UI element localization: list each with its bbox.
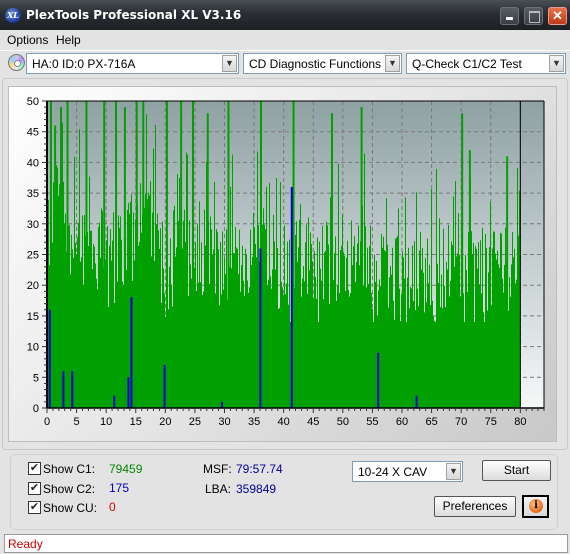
- chevron-down-icon[interactable]: ▼: [446, 463, 461, 480]
- test-select-value: Q-Check C1/C2 Test: [412, 57, 522, 71]
- x-tick-label: 70: [455, 416, 467, 428]
- x-tick-label: 80: [514, 416, 526, 428]
- status-text: Ready: [8, 537, 43, 551]
- menu-help[interactable]: Help: [56, 33, 81, 47]
- app-window: XL PlexTools Professional XL V3.16 ✕ Opt…: [0, 0, 570, 554]
- y-tick-label: 50: [27, 96, 39, 108]
- y-tick-label: 0: [33, 403, 39, 415]
- info-icon: i: [529, 499, 543, 513]
- y-tick-label: 45: [27, 127, 39, 139]
- c1-c2-chart: 0 5 10 15 20 25 30 35 40 45 50 0 5 10 15 20 25 30 35 40 45 50…: [27, 96, 545, 428]
- x-tick-label: 65: [425, 416, 437, 428]
- x-tick-label: 5: [74, 416, 80, 428]
- c2-total-value: 175: [109, 481, 130, 495]
- status-bar: Ready: [4, 534, 568, 553]
- show-c1-checkbox[interactable]: ✔: [28, 462, 41, 475]
- minimize-icon: [506, 17, 513, 20]
- window-title: PlexTools Professional XL V3.16: [26, 8, 242, 22]
- function-select[interactable]: CD Diagnostic Functions ▼: [243, 53, 402, 74]
- y-tick-label: 15: [27, 311, 39, 323]
- x-tick-label: 40: [278, 416, 290, 428]
- c2-bar: [377, 352, 380, 408]
- x-tick-label: 15: [130, 416, 142, 428]
- test-select[interactable]: Q-Check C1/C2 Test ▼: [406, 53, 566, 74]
- title-bar[interactable]: XL PlexTools Professional XL V3.16 ✕: [0, 0, 570, 30]
- y-tick-label: 40: [27, 157, 39, 169]
- show-cu-checkbox[interactable]: ✔: [28, 501, 41, 514]
- x-tick-label: 0: [44, 416, 50, 428]
- c2-bar: [163, 365, 166, 408]
- x-tick-label: 50: [337, 416, 349, 428]
- y-tick-label: 20: [27, 280, 39, 292]
- maximize-icon: [529, 11, 540, 23]
- chart-panel: 0 5 10 15 20 25 30 35 40 45 50 0 5 10 15 20 25 30 35 40 45 50…: [8, 86, 557, 442]
- close-icon: ✕: [552, 8, 563, 23]
- c2-bar: [130, 297, 133, 408]
- x-tick-label: 10: [100, 416, 112, 428]
- c2-bar: [127, 377, 130, 408]
- y-tick-label: 5: [33, 372, 39, 384]
- x-tick-label: 30: [218, 416, 230, 428]
- close-button[interactable]: ✕: [548, 7, 567, 25]
- x-tick-label: 55: [366, 416, 378, 428]
- lba-label: LBA:: [205, 482, 232, 496]
- y-tick-label: 10: [27, 342, 39, 354]
- info-button[interactable]: i: [522, 495, 549, 518]
- app-logo-icon: XL: [5, 8, 21, 23]
- c2-bar: [113, 395, 116, 408]
- lba-value: 359849: [236, 482, 277, 496]
- msf-value: 79:57.74: [236, 462, 283, 476]
- show-c2-label: Show C2:: [43, 482, 96, 496]
- maximize-button[interactable]: [524, 7, 543, 25]
- x-tick-label: 45: [307, 416, 319, 428]
- drive-select-value: HA:0 ID:0 PX-716A: [32, 57, 136, 71]
- c1-base-fill: [47, 322, 521, 408]
- menu-options[interactable]: Options: [7, 33, 48, 47]
- msf-label: MSF:: [203, 462, 232, 476]
- c2-bar: [48, 309, 51, 408]
- show-c2-checkbox[interactable]: ✔: [28, 482, 41, 495]
- cd-disc-icon: [8, 54, 25, 71]
- chevron-down-icon[interactable]: ▼: [222, 55, 237, 72]
- c2-bar: [62, 371, 65, 408]
- y-tick-label: 30: [27, 219, 39, 231]
- c2-bar: [259, 248, 262, 408]
- x-tick-label: 60: [396, 416, 408, 428]
- c2-bar: [415, 395, 418, 408]
- chevron-down-icon[interactable]: ▼: [549, 55, 564, 72]
- x-tick-label: 75: [485, 416, 497, 428]
- c2-bar: [71, 371, 74, 408]
- preferences-button[interactable]: Preferences: [434, 496, 516, 517]
- c1-total-value: 79459: [109, 462, 143, 476]
- show-cu-label: Show CU:: [43, 501, 98, 515]
- start-button[interactable]: Start: [482, 460, 551, 481]
- x-tick-label: 25: [189, 416, 201, 428]
- speed-select[interactable]: 10-24 X CAV ▼: [352, 461, 463, 482]
- show-c1-label: Show C1:: [43, 462, 96, 476]
- chevron-down-icon[interactable]: ▼: [385, 55, 400, 72]
- c2-bar: [290, 186, 293, 408]
- c2-bar: [220, 401, 223, 408]
- drive-select[interactable]: HA:0 ID:0 PX-716A ▼: [26, 53, 239, 74]
- minimize-button[interactable]: [500, 7, 519, 25]
- x-tick-label: 35: [248, 416, 260, 428]
- menu-bar: Options Help: [0, 30, 570, 50]
- x-tick-label: 20: [159, 416, 171, 428]
- y-tick-label: 35: [27, 188, 39, 200]
- y-tick-label: 25: [27, 250, 39, 262]
- speed-select-value: 10-24 X CAV: [358, 465, 428, 479]
- function-select-value: CD Diagnostic Functions: [249, 57, 382, 71]
- cu-total-value: 0: [109, 500, 116, 514]
